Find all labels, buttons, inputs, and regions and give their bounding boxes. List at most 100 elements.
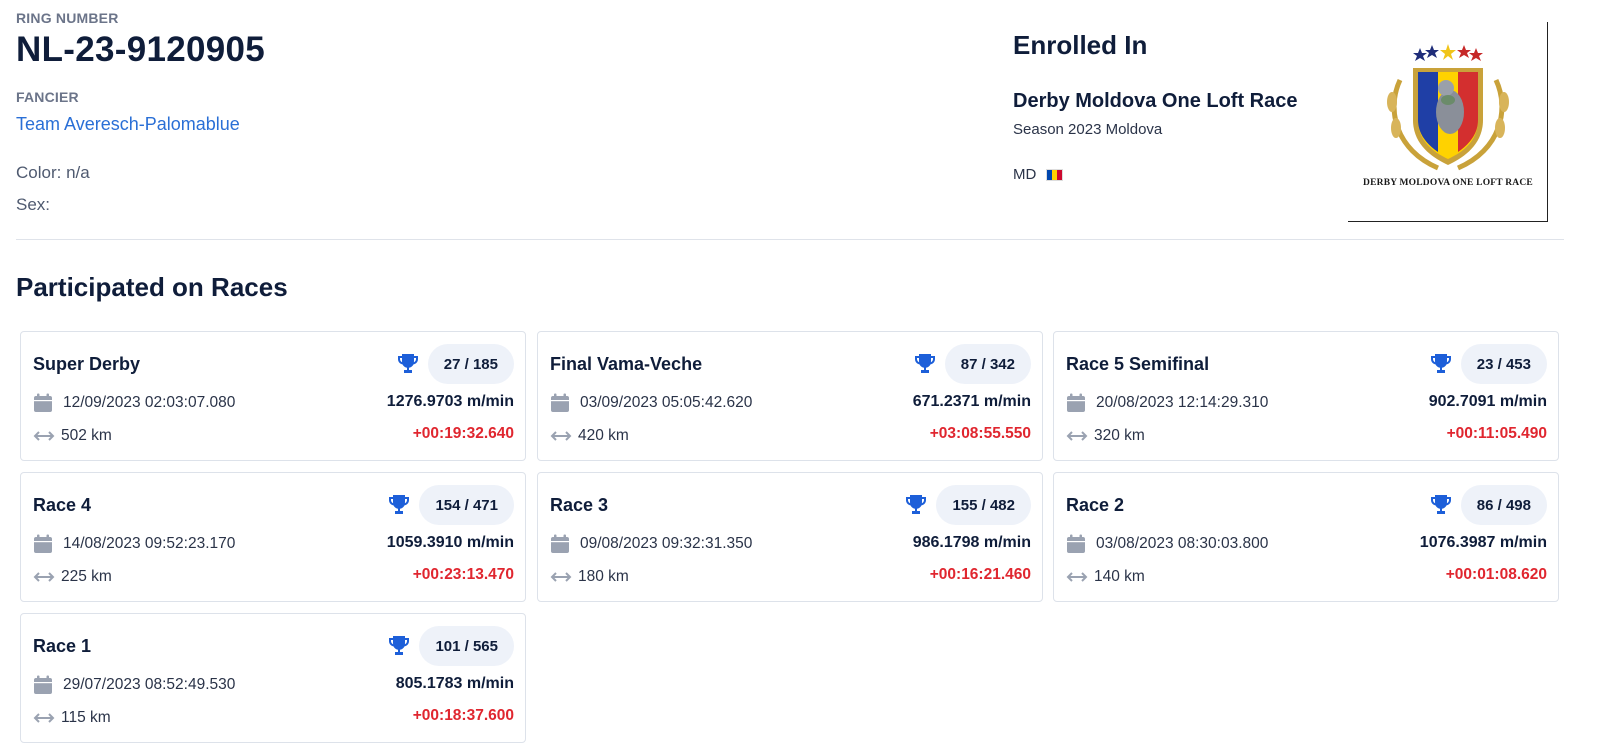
logo-caption: DERBY MOLDOVA ONE LOFT RACE xyxy=(1363,178,1533,188)
race-date: 03/09/2023 05:05:42.620 xyxy=(580,394,753,411)
trophy-icon xyxy=(915,354,935,373)
race-distance-row: 140 km xyxy=(1066,568,1145,586)
race-date-row: 14/08/2023 09:52:23.170 xyxy=(33,534,235,554)
race-speed: 1059.3910 m/min xyxy=(386,534,514,551)
trophy-icon xyxy=(389,636,409,655)
distance-arrows-icon xyxy=(33,572,55,582)
race-time-delta: +00:01:08.620 xyxy=(1445,566,1547,583)
race-card[interactable]: Race 5 Semifinal 23 / 453 20/08/2023 12:… xyxy=(1053,331,1559,461)
races-section-title: Participated on Races xyxy=(16,272,288,302)
race-speed: 1276.9703 m/min xyxy=(386,393,514,410)
race-time-delta: +00:11:05.490 xyxy=(1446,425,1547,442)
pigeon-shield-emblem-icon xyxy=(1387,44,1509,171)
race-time-delta: +00:23:13.470 xyxy=(412,566,514,583)
race-distance: 502 km xyxy=(61,427,112,444)
race-distance-row: 420 km xyxy=(550,427,629,445)
race-time-delta: +00:18:37.600 xyxy=(412,707,514,724)
country-code: MD xyxy=(1013,166,1037,183)
distance-arrows-icon xyxy=(550,572,572,582)
race-distance: 140 km xyxy=(1094,568,1145,585)
color-info: Color: n/a xyxy=(16,163,90,182)
trophy-icon xyxy=(1431,354,1451,373)
race-speed: 986.1798 m/min xyxy=(912,534,1031,551)
race-title[interactable]: Race 4 xyxy=(33,495,91,516)
trophy-icon xyxy=(398,354,418,373)
race-date-row: 09/08/2023 09:32:31.350 xyxy=(550,534,752,554)
ring-number: NL-23-9120905 xyxy=(16,30,266,69)
race-speed: 805.1783 m/min xyxy=(395,675,514,692)
calendar-icon xyxy=(34,393,52,412)
rank-badge: 154 / 471 xyxy=(419,485,514,525)
race-distance: 225 km xyxy=(61,568,112,585)
race-logo: DERBY MOLDOVA ONE LOFT RACE xyxy=(1348,22,1548,222)
trophy-icon xyxy=(389,495,409,514)
race-title[interactable]: Final Vama-Veche xyxy=(550,354,702,375)
race-speed: 902.7091 m/min xyxy=(1428,393,1547,410)
race-date: 09/08/2023 09:32:31.350 xyxy=(580,535,753,552)
distance-arrows-icon xyxy=(1066,431,1088,441)
race-title[interactable]: Race 2 xyxy=(1066,495,1124,516)
race-distance-row: 320 km xyxy=(1066,427,1145,445)
trophy-icon xyxy=(1431,495,1451,514)
rank-badge: 155 / 482 xyxy=(936,485,1031,525)
distance-arrows-icon xyxy=(33,713,55,723)
rank-badge: 86 / 498 xyxy=(1460,485,1547,525)
race-speed: 671.2371 m/min xyxy=(912,393,1031,410)
race-title[interactable]: Race 3 xyxy=(550,495,608,516)
calendar-icon xyxy=(1067,393,1085,412)
enrolled-race-name: Derby Moldova One Loft Race xyxy=(1013,90,1298,112)
calendar-icon xyxy=(551,393,569,412)
enrolled-title: Enrolled In xyxy=(1013,30,1148,60)
race-title[interactable]: Race 5 Semifinal xyxy=(1066,354,1209,375)
fancier-label: FANCIER xyxy=(16,89,79,105)
race-distance-row: 115 km xyxy=(33,709,111,727)
race-distance-row: 225 km xyxy=(33,568,112,586)
rank-badge: 23 / 453 xyxy=(1460,344,1547,384)
distance-arrows-icon xyxy=(1066,572,1088,582)
race-distance-row: 180 km xyxy=(550,568,629,586)
race-date: 20/08/2023 12:14:29.310 xyxy=(1096,394,1269,411)
race-time-delta: +03:08:55.550 xyxy=(929,425,1031,442)
race-date-row: 12/09/2023 02:03:07.080 xyxy=(33,393,235,413)
race-distance: 420 km xyxy=(578,427,629,444)
race-title[interactable]: Super Derby xyxy=(33,354,140,375)
calendar-icon xyxy=(34,534,52,553)
race-card[interactable]: Final Vama-Veche 87 / 342 03/09/2023 05:… xyxy=(537,331,1043,461)
rank-badge: 27 / 185 xyxy=(427,344,514,384)
race-date-row: 03/08/2023 08:30:03.800 xyxy=(1066,534,1268,554)
race-date: 14/08/2023 09:52:23.170 xyxy=(63,535,236,552)
race-date-row: 29/07/2023 08:52:49.530 xyxy=(33,675,235,695)
calendar-icon xyxy=(551,534,569,553)
race-date: 12/09/2023 02:03:07.080 xyxy=(63,394,236,411)
season-label: Season 2023 Moldova xyxy=(1013,121,1163,138)
race-distance: 320 km xyxy=(1094,427,1145,444)
rank-badge: 87 / 342 xyxy=(944,344,1031,384)
race-card[interactable]: Super Derby 27 / 185 12/09/2023 02:03:07… xyxy=(20,331,526,461)
race-date: 29/07/2023 08:52:49.530 xyxy=(63,676,236,693)
race-date-row: 20/08/2023 12:14:29.310 xyxy=(1066,393,1268,413)
calendar-icon xyxy=(34,675,52,694)
distance-arrows-icon xyxy=(550,431,572,441)
race-date: 03/08/2023 08:30:03.800 xyxy=(1096,535,1269,552)
moldova-flag-icon xyxy=(1046,168,1064,181)
race-time-delta: +00:16:21.460 xyxy=(929,566,1031,583)
country-row: MD xyxy=(1013,166,1064,183)
sex-info: Sex: xyxy=(16,195,51,214)
race-distance: 180 km xyxy=(578,568,629,585)
calendar-icon xyxy=(1067,534,1085,553)
race-distance-row: 502 km xyxy=(33,427,112,445)
ring-number-label: RING NUMBER xyxy=(16,10,119,26)
rank-badge: 101 / 565 xyxy=(419,626,514,666)
race-card[interactable]: Race 1 101 / 565 29/07/2023 08:52:49.530… xyxy=(20,613,526,743)
race-card[interactable]: Race 4 154 / 471 14/08/2023 09:52:23.170… xyxy=(20,472,526,602)
fancier-link[interactable]: Team Averesch-Palomablue xyxy=(16,114,240,135)
race-date-row: 03/09/2023 05:05:42.620 xyxy=(550,393,752,413)
trophy-icon xyxy=(906,495,926,514)
section-divider xyxy=(16,239,1564,240)
race-time-delta: +00:19:32.640 xyxy=(412,425,514,442)
race-card[interactable]: Race 2 86 / 498 03/08/2023 08:30:03.800 … xyxy=(1053,472,1559,602)
race-speed: 1076.3987 m/min xyxy=(1419,534,1547,551)
race-card[interactable]: Race 3 155 / 482 09/08/2023 09:32:31.350… xyxy=(537,472,1043,602)
race-title[interactable]: Race 1 xyxy=(33,636,91,657)
race-distance: 115 km xyxy=(61,709,111,726)
